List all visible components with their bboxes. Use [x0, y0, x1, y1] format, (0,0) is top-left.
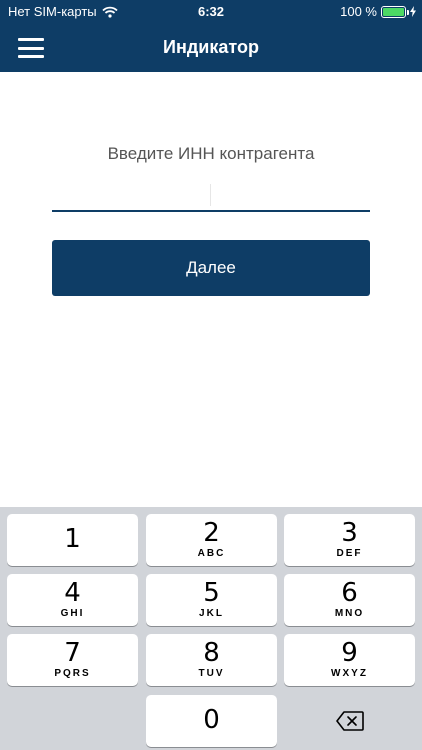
battery-percent: 100 %: [340, 4, 377, 19]
battery-icon: [381, 5, 409, 18]
inn-prompt-label: Введите ИНН контрагента: [107, 144, 315, 163]
key-5[interactable]: 5 JKL: [146, 574, 277, 626]
key-letters: MNO: [334, 608, 365, 619]
key-digit: 0: [203, 705, 220, 735]
key-letters: DEF: [336, 548, 363, 559]
key-letters: TUV: [198, 668, 225, 679]
next-button[interactable]: Далее: [52, 240, 370, 296]
key-digit: 7: [64, 638, 81, 668]
text-caret: [210, 184, 211, 206]
key-letters: GHI: [60, 608, 85, 619]
key-letters: ABC: [197, 548, 226, 559]
key-digit: 5: [203, 578, 220, 608]
key-0[interactable]: 0: [146, 695, 277, 747]
navigation-bar: Индикатор: [0, 24, 422, 72]
key-8[interactable]: 8 TUV: [146, 634, 277, 686]
numeric-keypad: 1 2 ABC 3 DEF 4 GHI 5 JKL 6 MNO 7 PQRS 8…: [0, 507, 422, 750]
key-digit: 9: [341, 638, 358, 668]
key-6[interactable]: 6 MNO: [284, 574, 415, 626]
battery-tip: [407, 9, 409, 15]
key-3[interactable]: 3 DEF: [284, 514, 415, 566]
key-digit: 4: [64, 578, 81, 608]
key-digit: 3: [341, 518, 358, 548]
battery-indicator: 100 %: [340, 4, 416, 19]
key-9[interactable]: 9 WXYZ: [284, 634, 415, 686]
charging-bolt-icon: [410, 6, 416, 17]
key-digit: 6: [341, 578, 358, 608]
battery-level-fill: [383, 7, 404, 16]
key-digit: 8: [203, 638, 220, 668]
key-4[interactable]: 4 GHI: [7, 574, 138, 626]
status-bar: Нет SIM-карты 6:32 100 %: [0, 0, 422, 24]
backspace-icon: [335, 711, 364, 731]
key-letters: JKL: [199, 608, 224, 619]
delete-key[interactable]: [284, 695, 415, 747]
key-digit: 1: [64, 524, 81, 554]
key-letters: WXYZ: [331, 668, 368, 679]
key-digit: 2: [203, 518, 220, 548]
app-screen: Нет SIM-карты 6:32 100 % Индикатор Введи…: [0, 0, 422, 750]
app-header: Нет SIM-карты 6:32 100 % Индикатор: [0, 0, 422, 72]
inn-input[interactable]: [52, 178, 370, 212]
key-1[interactable]: 1: [7, 514, 138, 566]
key-7[interactable]: 7 PQRS: [7, 634, 138, 686]
key-2[interactable]: 2 ABC: [146, 514, 277, 566]
page-title: Индикатор: [163, 37, 259, 57]
key-letters: PQRS: [54, 668, 91, 679]
